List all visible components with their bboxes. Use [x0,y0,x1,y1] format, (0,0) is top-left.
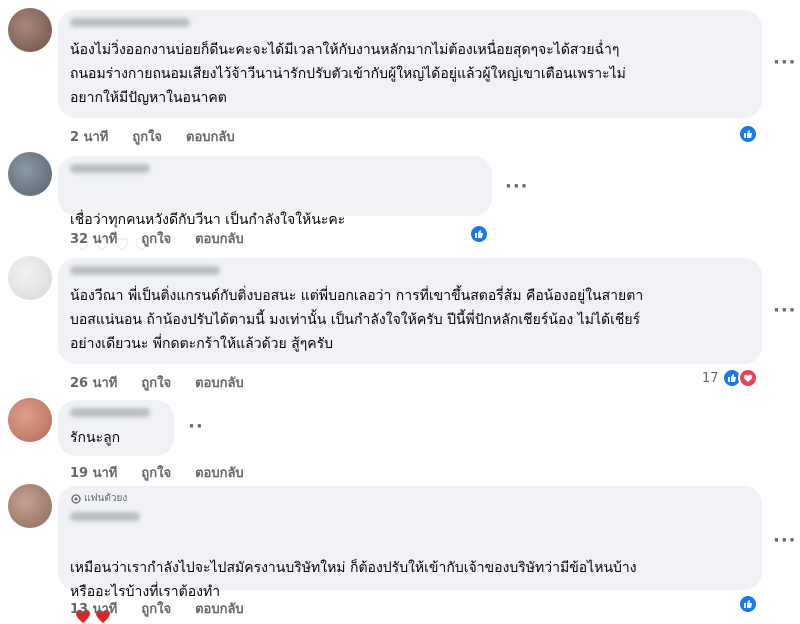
like-button[interactable]: ถูกใจ [141,232,171,247]
reaction-summary[interactable] [738,594,758,614]
thumbs-up-icon [738,594,758,614]
more-options-icon[interactable]: ·· [188,418,204,436]
comment-actions: 32 นาที ถูกใจ ตอบกลับ [70,228,268,249]
heart-icon [737,368,758,388]
comment-bubble: น้องไม่วิ่งออกงานบ่อยก็ดีนะคะจะได้มีเวลา… [58,10,762,118]
comment-text-content: เชื่อว่าทุกคนหวังดีกับวีนา เป็นกำลังใจให… [70,212,346,228]
comment-actions: 19 นาที ถูกใจ ตอบกลับ [70,462,268,483]
more-options-icon[interactable]: ··· [773,302,797,320]
commenter-name[interactable] [70,164,150,173]
more-options-icon[interactable]: ··· [505,178,529,196]
avatar[interactable] [8,398,52,442]
reply-button[interactable]: ตอบกลับ [195,466,244,481]
commenter-name[interactable] [70,18,190,27]
commenter-name[interactable] [70,512,140,521]
avatar[interactable] [8,256,52,300]
more-options-icon[interactable]: ··· [773,532,797,550]
comment-time[interactable]: 2 นาที [70,130,108,145]
more-options-icon[interactable]: ··· [773,54,797,72]
top-fan-badge: แฟนตัวยง [71,491,127,506]
reaction-summary[interactable] [738,124,758,144]
comment-time[interactable]: 19 นาที [70,466,117,481]
like-button[interactable]: ถูกใจ [141,376,171,391]
comment-text: น้องไม่วิ่งออกงานบ่อยก็ดีนะคะจะได้มีเวลา… [70,42,626,106]
comment-actions: 26 นาที ถูกใจ ตอบกลับ [70,372,268,393]
commenter-name[interactable] [70,408,150,417]
thumbs-up-icon [469,224,489,244]
like-button[interactable]: ถูกใจ [141,466,171,481]
reply-button[interactable]: ตอบกลับ [195,602,244,617]
comment-bubble: น้องวีณา พี่เป็นติ่งแกรนด์กับติ่งบอสนะ แ… [58,258,762,364]
reaction-count: 17 [702,370,719,386]
thumbs-up-icon [738,124,758,144]
comment-time[interactable]: 32 นาที [70,232,117,247]
commenter-name[interactable] [70,266,220,275]
reply-button[interactable]: ตอบกลับ [195,232,244,247]
reaction-summary[interactable] [469,224,489,244]
comment-text-content: เหมือนว่าเรากำลังไปจะไปสมัครงานบริษัทใหม… [70,560,637,600]
avatar[interactable] [8,152,52,196]
avatar[interactable] [8,8,52,52]
comment-bubble: รักนะลูก [58,400,174,456]
reply-button[interactable]: ตอบกลับ [195,376,244,391]
reply-button[interactable]: ตอบกลับ [186,130,235,145]
badge-icon [71,493,81,504]
like-button[interactable]: ถูกใจ [141,602,171,617]
comment-bubble: แฟนตัวยง เหมือนว่าเรากำลังไปจะไปสมัครงาน… [58,486,762,623]
comment-time[interactable]: 13 นาที [70,602,117,617]
badge-label: แฟนตัวยง [84,493,128,504]
comment-time[interactable]: 26 นาที [70,376,117,391]
comment-actions: 13 นาที ถูกใจ ตอบกลับ [70,598,268,619]
comment-actions: 2 นาที ถูกใจ ตอบกลับ [70,126,259,147]
comment-text: น้องวีณา พี่เป็นติ่งแกรนด์กับติ่งบอสนะ แ… [70,288,644,352]
avatar[interactable] [8,484,52,528]
comment-text: รักนะลูก [70,430,121,446]
comment-bubble: เชื่อว่าทุกคนหวังดีกับวีนา เป็นกำลังใจให… [58,156,492,251]
reaction-summary[interactable]: 17 [702,368,758,388]
like-button[interactable]: ถูกใจ [132,130,162,145]
